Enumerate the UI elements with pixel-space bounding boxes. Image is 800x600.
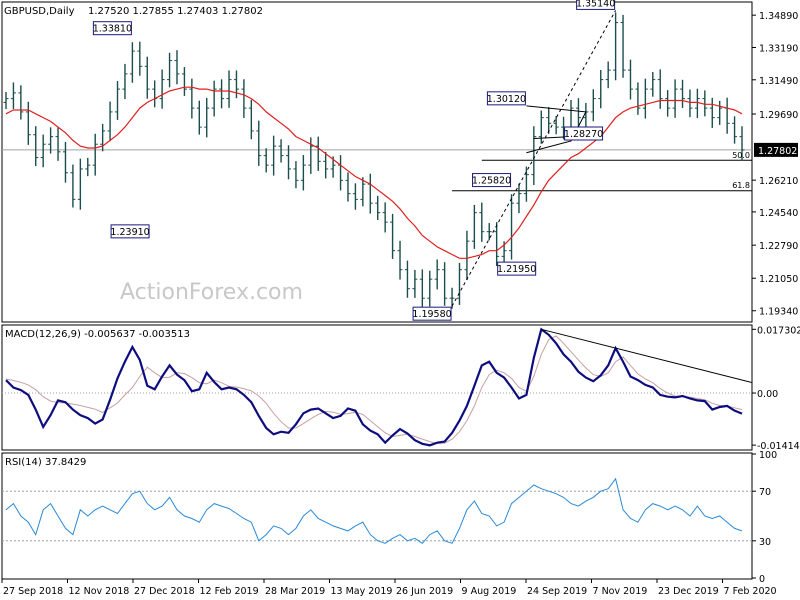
price-tick-label: 1.22790 bbox=[759, 241, 798, 252]
rsi-tick-label: 100 bbox=[759, 450, 777, 461]
price-tick-label: 1.24540 bbox=[759, 208, 798, 219]
ohlc-readout: 1.27520 1.27855 1.27403 1.27802 bbox=[88, 6, 263, 17]
rsi-tick-label: 30 bbox=[759, 537, 771, 548]
watermark: ActionForex.com bbox=[120, 280, 303, 305]
macd-tick-label: 0.00 bbox=[757, 389, 778, 400]
symbol-title: GBPUSD,Daily bbox=[4, 6, 75, 17]
date-tick-label: 7 Feb 2020 bbox=[724, 586, 777, 597]
price-label: 1.28270 bbox=[564, 129, 603, 140]
price-label: 1.25820 bbox=[472, 176, 511, 187]
date-tick-label: 24 Sep 2019 bbox=[527, 586, 587, 597]
rsi-tick-label: 0 bbox=[759, 574, 765, 585]
rsi-title: RSI(14) 37.8429 bbox=[5, 457, 86, 468]
price-label: 1.23910 bbox=[110, 227, 149, 238]
price-tick-label: 1.19340 bbox=[759, 307, 798, 318]
date-tick-label: 23 Dec 2019 bbox=[658, 586, 719, 597]
chart-canvas: ActionForex.com GBPUSD,Daily 1.27520 1.2… bbox=[0, 0, 800, 600]
price-label: 1.35140 bbox=[576, 0, 615, 9]
date-tick-label: 7 Nov 2019 bbox=[593, 586, 648, 597]
fib-label-50: 50.0 bbox=[732, 151, 750, 160]
price-tick-label: 1.26210 bbox=[759, 176, 798, 187]
price-tick-label: 1.29690 bbox=[759, 110, 798, 121]
date-tick-label: 12 Nov 2018 bbox=[69, 586, 130, 597]
macd-title: MACD(12,26,9) -0.005637 -0.003513 bbox=[5, 329, 190, 340]
date-tick-label: 27 Sep 2018 bbox=[3, 586, 63, 597]
fib-label-61-8: 61.8 bbox=[732, 181, 750, 190]
rsi-tick-label: 70 bbox=[759, 487, 771, 498]
price-label: 1.33810 bbox=[93, 24, 132, 35]
date-tick-label: 9 Aug 2019 bbox=[462, 586, 517, 597]
price-label: 1.19580 bbox=[412, 309, 451, 320]
date-tick-label: 13 May 2019 bbox=[331, 586, 393, 597]
price-tick-label: 1.34890 bbox=[759, 11, 798, 22]
price-tick-label: 1.31490 bbox=[759, 76, 798, 87]
price-tick-label: 1.33190 bbox=[759, 43, 798, 54]
price-tick-label: 1.21050 bbox=[759, 274, 798, 285]
current-price-text: 1.27802 bbox=[758, 146, 797, 157]
macd-tick-label: 0.017302 bbox=[757, 325, 800, 336]
price-label: 1.21950 bbox=[497, 264, 536, 275]
price-label: 1.30120 bbox=[487, 94, 526, 105]
date-tick-label: 12 Feb 2019 bbox=[200, 586, 259, 597]
date-tick-label: 26 Jun 2019 bbox=[396, 586, 453, 597]
date-tick-label: 27 Dec 2018 bbox=[134, 586, 195, 597]
date-tick-label: 28 Mar 2019 bbox=[265, 586, 325, 597]
